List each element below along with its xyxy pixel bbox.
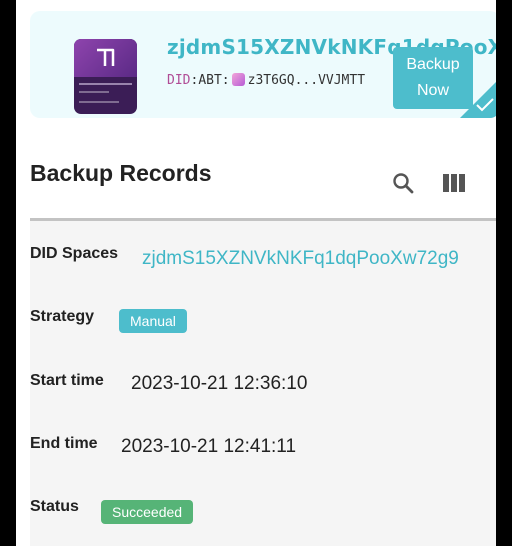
status-label: Status [30,498,79,515]
start-time-value: 2023-10-21 12:36:10 [131,373,308,394]
did-spaces-logo-icon [97,48,115,66]
space-thumbnail [74,39,137,114]
status-badge: Succeeded [101,500,194,524]
view-columns-icon[interactable] [442,172,466,194]
start-time-label: Start time [30,372,104,389]
did-short: z3T6GQ...VVJMTT [247,73,366,88]
did-method: ABT [198,73,222,88]
check-icon [476,98,494,112]
did-avatar-icon [231,73,245,86]
space-did: DID:ABT: z3T6GQ...VVJMTT [167,73,366,88]
did-space-card[interactable]: zjdmS15XZNVkNKFq1dqPooXw72g9 DID:ABT:z3T… [30,11,496,118]
did-spaces-label: DID Spaces [30,245,119,262]
did-prefix: DID [167,73,191,88]
backup-panel: zjdmS15XZNVkNKFq1dqPooXw72g9 DID:ABT:z3T… [16,0,496,546]
did-spaces-link[interactable]: zjdmS15XZNVkNKFq1dqPooXw72g9 [142,248,459,270]
search-icon[interactable] [391,171,415,195]
records-header: Backup Records [30,160,212,187]
strategy-label: Strategy [30,308,95,325]
end-time-value: 2023-10-21 12:41:11 [121,436,297,457]
strategy-badge: Manual [119,309,187,333]
backup-record-detail: DID Spaces zjdmS15XZNVkNKFq1dqPooXw72g9 … [30,218,496,546]
page-title: Backup Records [30,160,212,186]
end-time-label: End time [30,435,98,452]
